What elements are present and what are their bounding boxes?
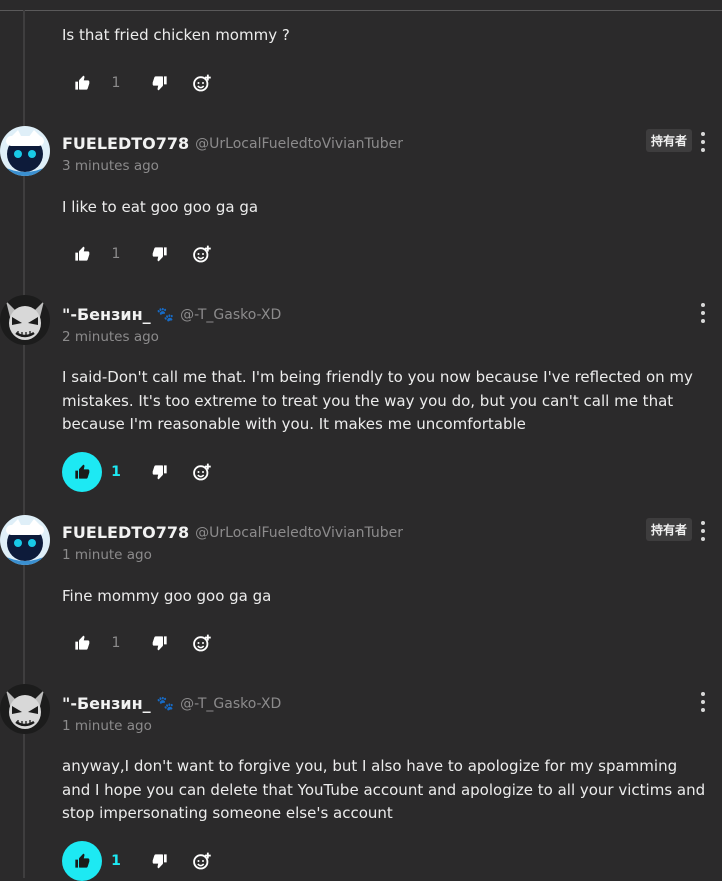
author-name[interactable]: "-Бензин_ [62,305,151,324]
like-count: 1 [111,75,121,91]
cat-avatar-icon [0,126,50,176]
reply-icon [193,634,211,652]
paw-icon: 🐾 [156,306,175,323]
comment-text: Fine mommy goo goo ga ga [62,587,272,605]
like-count: 1 [111,853,121,869]
author-handle[interactable]: @UrLocalFueledtoVivianTuber [195,136,403,152]
like-button[interactable] [62,234,102,274]
comment-header: "-Бензин_ 🐾 @-T_Gasko-XD [62,694,281,713]
thumbs-up-icon [75,75,90,90]
author-name[interactable]: FUELEDTO778 [62,523,189,542]
more-options-icon[interactable] [700,132,706,152]
avatar[interactable] [0,295,50,345]
avatar[interactable] [0,126,50,176]
comment-text: I like to eat goo goo ga ga [62,198,259,216]
reply-button[interactable] [190,452,214,492]
timestamp: 3 minutes ago [62,158,159,174]
like-button[interactable] [62,623,102,663]
dislike-button[interactable] [148,841,172,881]
reply-icon [193,852,211,870]
author-handle[interactable]: @-T_Gasko-XD [180,307,281,323]
reply-button[interactable] [190,63,214,103]
dislike-button[interactable] [148,452,172,492]
author-name[interactable]: "-Бензин_ [62,694,151,713]
timestamp: 1 minute ago [62,718,152,734]
like-button[interactable] [62,452,102,492]
timestamp: 1 minute ago [62,547,152,563]
avatar[interactable] [0,684,50,734]
avatar[interactable] [0,515,50,565]
mask-avatar-icon [0,684,50,734]
thumbs-down-icon [152,465,167,480]
thumbs-down-icon [152,854,167,869]
timestamp: 2 minutes ago [62,329,159,345]
thumbs-up-icon [75,464,90,479]
reply-icon [193,463,211,481]
thumbs-down-icon [152,636,167,651]
dislike-button[interactable] [148,234,172,274]
top-divider [0,0,722,11]
reply-button[interactable] [190,234,214,274]
thumbs-up-icon [75,246,90,261]
thumbs-down-icon [152,76,167,91]
author-name[interactable]: FUELEDTO778 [62,134,189,153]
owner-badge: 持有者 [645,518,692,541]
dislike-button[interactable] [148,63,172,103]
author-handle[interactable]: @UrLocalFueledtoVivianTuber [195,525,403,541]
comment-header: FUELEDTO778 @UrLocalFueledtoVivianTuber [62,523,403,542]
like-button[interactable] [62,63,102,103]
cat-avatar-icon [0,515,50,565]
reply-button[interactable] [190,841,214,881]
reply-icon [193,245,211,263]
thumbs-down-icon [152,247,167,262]
more-options-icon[interactable] [700,521,706,541]
comment-text: I said-Don't call me that. I'm being fri… [62,368,693,433]
dislike-button[interactable] [148,623,172,663]
paw-icon: 🐾 [156,695,175,712]
thumbs-up-icon [75,635,90,650]
thumbs-up-icon [75,853,90,868]
comment-header: "-Бензин_ 🐾 @-T_Gasko-XD [62,305,281,324]
comment-text: Is that fried chicken mommy ? [62,26,290,44]
reply-button[interactable] [190,623,214,663]
like-count: 1 [111,246,121,262]
author-handle[interactable]: @-T_Gasko-XD [180,696,281,712]
reply-icon [193,74,211,92]
like-count: 1 [111,464,121,480]
more-options-icon[interactable] [700,303,706,323]
more-options-icon[interactable] [700,692,706,712]
owner-badge: 持有者 [645,129,692,152]
like-count: 1 [111,635,121,651]
comment-text: anyway,I don't want to forgive you, but … [62,757,706,822]
like-button[interactable] [62,841,102,881]
mask-avatar-icon [0,295,50,345]
comment-header: FUELEDTO778 @UrLocalFueledtoVivianTuber [62,134,403,153]
